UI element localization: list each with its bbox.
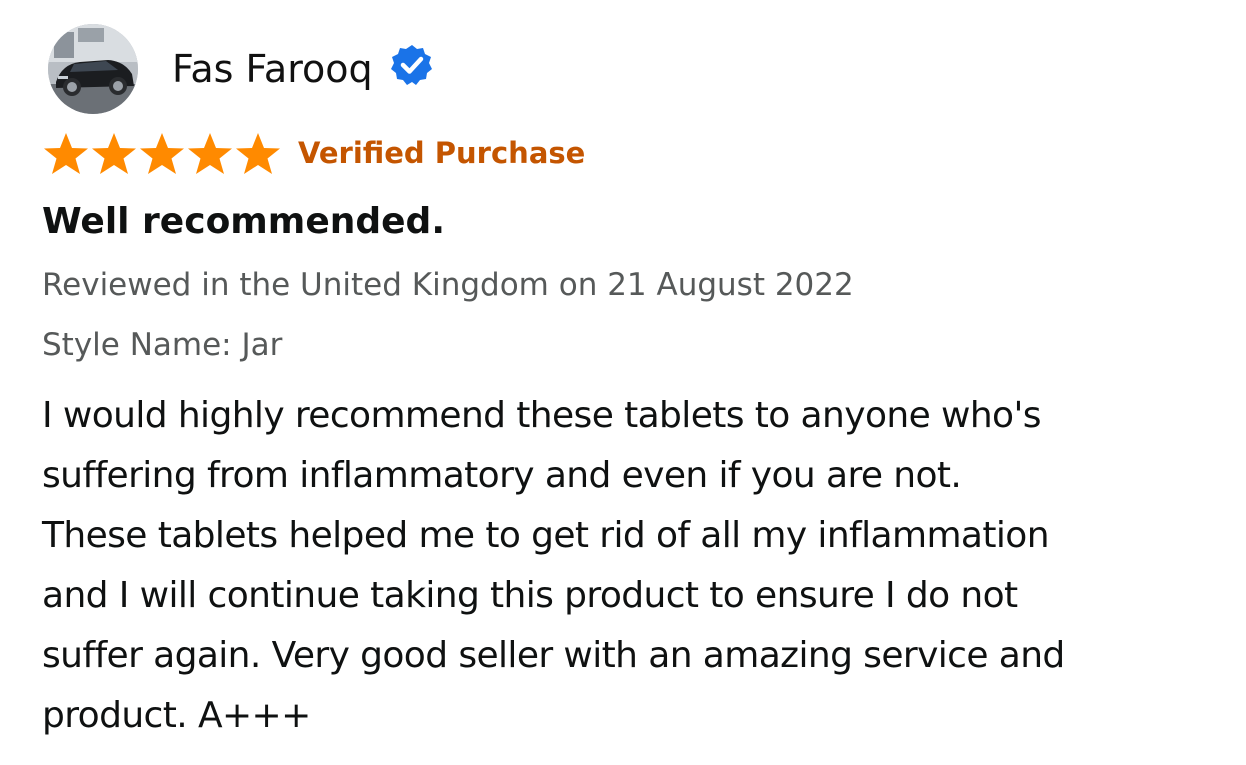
- reviewer-profile[interactable]: Fas Farooq: [48, 24, 433, 114]
- star-icon: [92, 133, 136, 174]
- rating-row: Verified Purchase: [42, 130, 585, 178]
- review-body-line: These tablets helped me to get rid of al…: [42, 515, 1050, 556]
- car-avatar-image: [48, 24, 138, 114]
- review-body-line: I would highly recommend these tablets t…: [42, 395, 1042, 436]
- star-icon: [44, 133, 88, 174]
- verified-check-icon: [390, 45, 432, 85]
- verified-purchase-badge[interactable]: Verified Purchase: [298, 136, 585, 170]
- star-icon: [188, 133, 232, 174]
- review-body-line: suffer again. Very good seller with an a…: [42, 635, 1065, 676]
- review-body-line: suffering from inflammatory and even if …: [42, 455, 962, 496]
- star-icon: [236, 133, 280, 174]
- customer-review: Fas Farooq Verified Purchase Well recomm…: [0, 0, 1246, 765]
- star-icon: [140, 133, 184, 174]
- avatar[interactable]: [48, 24, 138, 114]
- review-body: I would highly recommend these tablets t…: [42, 386, 1232, 746]
- product-style-name[interactable]: Style Name: Jar: [42, 322, 282, 368]
- review-body-line: product. A+++: [42, 695, 311, 736]
- reviewer-name[interactable]: Fas Farooq: [172, 46, 373, 92]
- review-date: Reviewed in the United Kingdom on 21 Aug…: [42, 267, 854, 303]
- star-rating[interactable]: [42, 131, 282, 177]
- review-title[interactable]: Well recommended.: [42, 196, 445, 248]
- review-body-line: and I will continue taking this product …: [42, 575, 1018, 616]
